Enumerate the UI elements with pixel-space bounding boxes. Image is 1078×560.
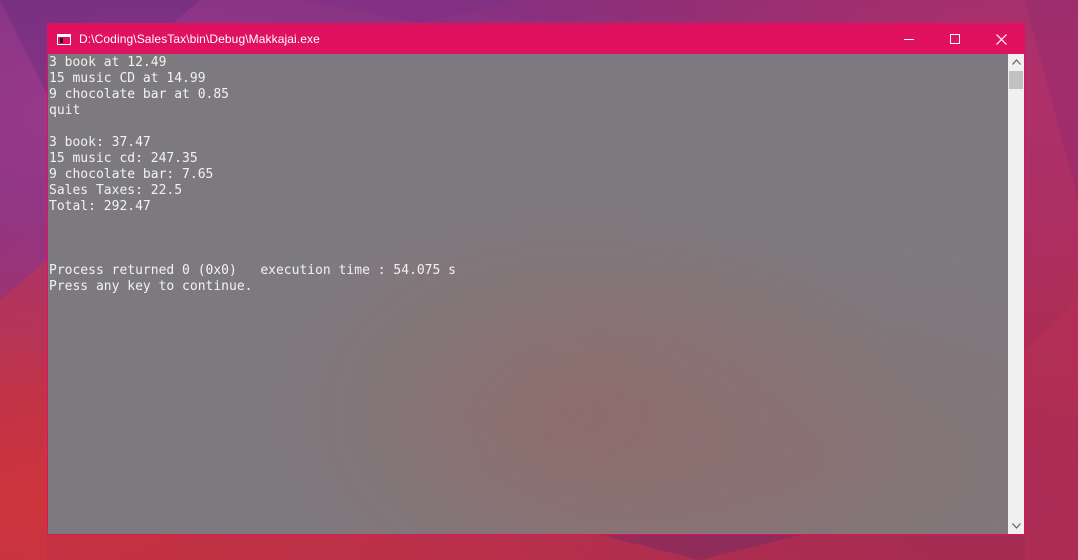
console-line: 9 chocolate bar: 7.65 [49,167,214,182]
vertical-scrollbar[interactable] [1008,54,1024,534]
console-window: D:\Coding\SalesTax\bin\Debug\Makkajai.ex… [47,23,1025,535]
window-controls [886,24,1024,54]
console-line: Total: 292.47 [49,199,151,214]
console-line: 3 book at 12.49 [49,55,167,70]
scroll-thumb[interactable] [1009,71,1023,89]
console-line: Press any key to continue. [49,279,253,294]
window-title: D:\Coding\SalesTax\bin\Debug\Makkajai.ex… [79,32,320,46]
scroll-down-button[interactable] [1008,518,1024,534]
scroll-up-button[interactable] [1008,54,1024,70]
maximize-button[interactable] [932,24,978,54]
maximize-icon [950,34,960,44]
console-text: 3 book at 12.49 15 music CD at 14.99 9 c… [49,55,456,295]
console-line: 9 chocolate bar at 0.85 [49,87,230,102]
close-button[interactable] [978,24,1024,54]
console-line: 15 music CD at 14.99 [49,71,206,86]
console-line: 3 book: 37.47 [49,135,151,150]
console-line: 15 music cd: 247.35 [49,151,198,166]
console-line: Process returned 0 (0x0) execution time … [49,263,456,278]
close-icon [995,33,1007,45]
console-output-area[interactable]: 3 book at 12.49 15 music CD at 14.99 9 c… [48,54,1008,534]
chevron-up-icon [1011,59,1021,65]
minimize-icon [904,39,914,40]
console-app-icon[interactable] [57,33,71,45]
chevron-down-icon [1011,523,1021,529]
console-line: quit [49,103,81,118]
title-bar[interactable]: D:\Coding\SalesTax\bin\Debug\Makkajai.ex… [48,24,1024,54]
minimize-button[interactable] [886,24,932,54]
console-line: Sales Taxes: 22.5 [49,183,183,198]
